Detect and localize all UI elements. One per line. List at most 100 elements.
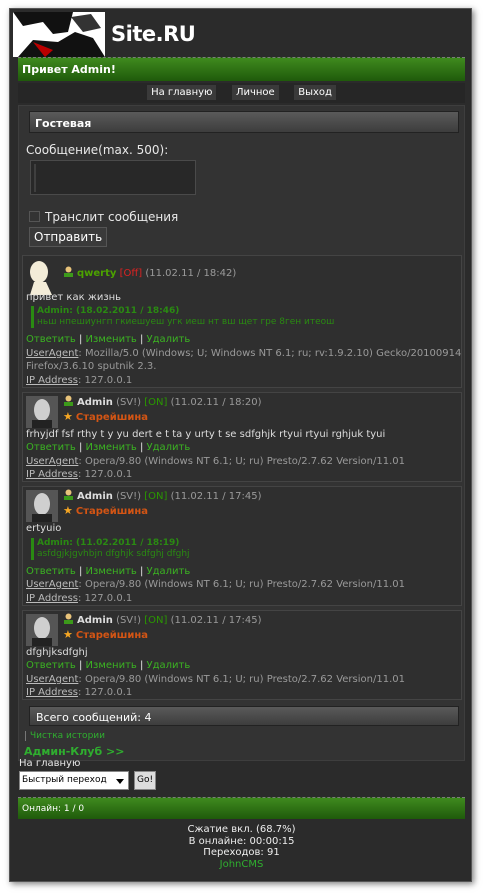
post: Admin (SV!) [ON] (11.02.11 / 17:45) ★ Ста… <box>22 486 462 606</box>
post-nick[interactable]: Admin <box>77 397 113 408</box>
avatar-default[interactable] <box>26 259 58 295</box>
page-frame: Site.RU Привет Admin! На главную Личное … <box>9 8 472 882</box>
footer-compression: Сжатие вкл. (68.7%) <box>187 824 296 835</box>
post-time: (11.02.11 / 17:45) <box>170 615 262 626</box>
post-text: ertyuio <box>26 523 62 534</box>
quote-body: ньш нпешиунгп гкиешуеш угк иеш нт вш щет… <box>37 317 335 327</box>
ip-label[interactable]: IP Address <box>26 687 78 698</box>
total-messages: Всего сообщений: 4 <box>29 706 459 726</box>
avatar-admin[interactable] <box>26 614 58 646</box>
post-time: (11.02.11 / 17:45) <box>170 491 262 502</box>
post-nick[interactable]: qwerty <box>77 268 116 279</box>
reply-link[interactable]: Ответить <box>26 660 76 671</box>
useragent-label[interactable]: UserAgent <box>26 348 78 359</box>
post-status: [ON] <box>144 615 168 626</box>
post-rank: Старейшина <box>75 506 148 517</box>
star-icon: ★ <box>63 628 73 641</box>
avatar-admin[interactable] <box>26 396 58 428</box>
delete-link[interactable]: Удалить <box>147 442 191 453</box>
post: qwerty [Off] (11.02.11 / 18:42) привет к… <box>22 255 462 388</box>
admin-club-link[interactable]: Админ-Клуб >> <box>24 745 124 758</box>
post-time: (11.02.11 / 18:20) <box>170 397 262 408</box>
ip-label[interactable]: IP Address <box>26 593 78 604</box>
translit-checkbox[interactable] <box>29 211 40 222</box>
user-icon <box>63 489 74 500</box>
post-sv: (SV!) <box>116 615 142 626</box>
star-icon: ★ <box>63 410 73 423</box>
useragent-value: : Opera/9.80 (Windows NT 6.1; U; ru) Pre… <box>78 579 405 590</box>
ip-value: : 127.0.0.1 <box>77 375 133 386</box>
useragent-label[interactable]: UserAgent <box>26 456 78 467</box>
quote-head: Admin: (18.02.2011 / 18:46) <box>37 306 180 316</box>
send-button[interactable]: Отправить <box>29 227 108 247</box>
guestbook-panel: Гостевая Сообщение(max. 500): Транслит с… <box>18 105 465 761</box>
nav-home[interactable]: На главную <box>147 85 217 100</box>
post-time: (11.02.11 / 18:42) <box>145 268 237 279</box>
user-icon <box>63 613 74 624</box>
post-sv: (SV!) <box>116 397 142 408</box>
reply-link[interactable]: Ответить <box>26 334 76 345</box>
useragent-value-2: Firefox/3.6.10 sputnik 2.3. <box>26 361 157 372</box>
home-link[interactable]: На главную <box>19 758 80 769</box>
footer-visits: Переходов: 91 <box>203 847 280 858</box>
top-nav: На главную Личное Выход <box>18 83 465 103</box>
post: Admin (SV!) [ON] (11.02.11 / 17:45) ★ Ста… <box>22 610 462 700</box>
guestbook-title: Гостевая <box>29 111 459 133</box>
delete-link[interactable]: Удалить <box>147 660 191 671</box>
site-logo[interactable]: Site.RU <box>13 12 196 57</box>
post: Admin (SV!) [ON] (11.02.11 / 18:20) ★ Ста… <box>22 392 462 482</box>
post-quote: Admin: (11.02.2011 / 18:19) asfdgjkjgvhb… <box>31 538 281 560</box>
useragent-value: : Opera/9.80 (Windows NT 6.1; U; ru) Pre… <box>78 456 405 467</box>
go-button[interactable]: Go! <box>134 771 156 790</box>
translit-option[interactable]: Транслит сообщения <box>29 210 178 224</box>
nav-personal[interactable]: Личное <box>231 85 279 100</box>
post-text: frhyjdf fsf rthy t y yu dert e t ta y ur… <box>26 429 386 440</box>
useragent-value: : Opera/9.80 (Windows NT 6.1; U; ru) Pre… <box>78 674 405 685</box>
avatar-admin[interactable] <box>26 490 58 522</box>
ip-value: : 127.0.0.1 <box>77 687 133 698</box>
footer-cms-link[interactable]: JohnCMS <box>10 859 471 871</box>
star-icon: ★ <box>63 504 73 517</box>
footer-online-time: В онлайне: 00:00:15 <box>188 835 295 847</box>
logo-art <box>13 12 105 57</box>
quote-body: asfdgjkjgvhbjn dfghjk sdfghj dfghj <box>37 549 190 559</box>
quote-head: Admin: (11.02.2011 / 18:19) <box>37 538 180 548</box>
clear-history-link[interactable]: Чистка истории <box>25 731 105 741</box>
delete-link[interactable]: Удалить <box>147 334 191 345</box>
delete-link[interactable]: Удалить <box>147 566 191 577</box>
user-icon <box>63 266 74 277</box>
message-textarea[interactable] <box>30 160 196 195</box>
edit-link[interactable]: Изменить <box>86 660 137 671</box>
post-rank: Старейшина <box>75 412 148 423</box>
post-nick[interactable]: Admin <box>77 615 113 626</box>
nav-logout[interactable]: Выход <box>294 85 336 100</box>
useragent-value: : Mozilla/5.0 (Windows; U; Windows NT 6.… <box>78 348 462 359</box>
greeting-bar: Привет Admin! <box>18 57 465 81</box>
ip-value: : 127.0.0.1 <box>77 593 133 604</box>
post-sv: (SV!) <box>116 491 142 502</box>
post-quote: Admin: (18.02.2011 / 18:46) ньш нпешиунг… <box>31 306 361 328</box>
post-status: [ON] <box>144 491 168 502</box>
post-nick[interactable]: Admin <box>77 491 113 502</box>
message-label: Сообщение(max. 500): <box>26 143 169 157</box>
post-status: [Off] <box>119 268 143 279</box>
reply-link[interactable]: Ответить <box>26 566 76 577</box>
useragent-label[interactable]: UserAgent <box>26 674 78 685</box>
post-text: привет как жизнь <box>26 292 122 303</box>
post-status: [ON] <box>144 397 168 408</box>
edit-link[interactable]: Изменить <box>86 442 137 453</box>
translit-label: Транслит сообщения <box>45 210 179 224</box>
edit-link[interactable]: Изменить <box>86 566 137 577</box>
quick-jump-select[interactable]: Быстрый переход <box>19 771 129 790</box>
reply-link[interactable]: Ответить <box>26 442 76 453</box>
ip-label[interactable]: IP Address <box>26 375 78 386</box>
online-bar[interactable]: Онлайн: 1 / 0 <box>18 797 465 819</box>
useragent-label[interactable]: UserAgent <box>26 579 78 590</box>
user-icon <box>63 395 74 406</box>
footer: Сжатие вкл. (68.7%) В онлайне: 00:00:15 … <box>10 824 471 871</box>
post-rank: Старейшина <box>75 630 148 641</box>
edit-link[interactable]: Изменить <box>86 334 137 345</box>
ip-label[interactable]: IP Address <box>26 469 78 480</box>
ip-value: : 127.0.0.1 <box>77 469 133 480</box>
post-text: dfghjksdfghj <box>26 647 88 658</box>
